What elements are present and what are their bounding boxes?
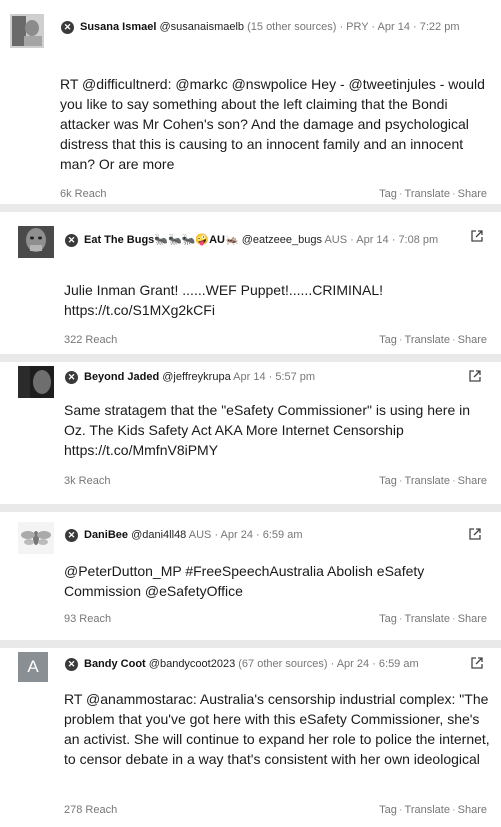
x-logo-icon: ✕: [65, 371, 78, 384]
action-separator: ·: [451, 475, 456, 487]
post-meta: Apr 14 · 5:57 pm: [233, 371, 316, 383]
translate-button[interactable]: Translate: [405, 188, 450, 200]
avatar[interactable]: [18, 366, 54, 398]
share-button[interactable]: Share: [458, 334, 487, 346]
reach-count: 322 Reach: [64, 334, 118, 346]
share-button[interactable]: Share: [458, 613, 487, 625]
author-name[interactable]: Bandy Coot: [84, 658, 146, 670]
post-actions: Tag · Translate · Share: [379, 613, 487, 625]
post-card[interactable]: A ✕ Bandy Coot @bandycoot2023 (67 other …: [0, 648, 501, 827]
external-link-icon[interactable]: [468, 369, 482, 383]
author-handle[interactable]: @bandycoot2023: [149, 658, 235, 670]
post-meta: · PRY · Apr 14 · 7:22 pm: [339, 21, 460, 33]
avatar-letter[interactable]: A: [18, 652, 48, 682]
author-handle[interactable]: @susanaismaelb: [160, 21, 245, 33]
post-card[interactable]: ✕ Susana Ismael @susanaismaelb (15 other…: [0, 0, 501, 204]
card-separator: [0, 354, 501, 362]
tag-button[interactable]: Tag: [379, 613, 397, 625]
author-handle[interactable]: @jeffreykrupa: [162, 371, 230, 383]
tag-button[interactable]: Tag: [379, 188, 397, 200]
post-body: Same stratagem that the "eSafety Commiss…: [64, 402, 471, 458]
post-actions: Tag · Translate · Share: [379, 188, 487, 200]
reach-count: 93 Reach: [64, 613, 112, 625]
action-separator: ·: [398, 475, 403, 487]
author-handle[interactable]: @eatzeee_bugs: [242, 234, 322, 246]
post-card[interactable]: ✕ Eat The Bugs🐜🐜🐜🤪AU🦗 @eatzeee_bugs AUS …: [0, 212, 501, 354]
x-logo-icon: ✕: [65, 658, 78, 671]
translate-button[interactable]: Translate: [405, 804, 450, 816]
post-header: DaniBee @dani4ll48 AUS · Apr 24 · 6:59 a…: [84, 527, 454, 544]
share-button[interactable]: Share: [458, 475, 487, 487]
action-separator: ·: [398, 804, 403, 816]
x-logo-icon: ✕: [65, 234, 78, 247]
post-meta: AUS · Apr 14 · 7:08 pm: [324, 234, 439, 246]
post-actions: Tag · Translate · Share: [379, 475, 487, 487]
card-separator: [0, 640, 501, 648]
translate-button[interactable]: Translate: [405, 613, 450, 625]
tag-button[interactable]: Tag: [379, 475, 397, 487]
translate-button[interactable]: Translate: [405, 475, 450, 487]
avatar[interactable]: [18, 522, 54, 554]
card-separator: [0, 204, 501, 212]
mentions-feed: ✕ Susana Ismael @susanaismaelb (15 other…: [0, 0, 501, 827]
avatar[interactable]: [10, 14, 44, 48]
avatar[interactable]: [18, 226, 54, 258]
action-separator: ·: [451, 188, 456, 200]
post-body: RT @difficultnerd: @markc @nswpolice Hey…: [60, 76, 485, 172]
author-name[interactable]: DaniBee: [84, 529, 128, 541]
action-separator: ·: [451, 613, 456, 625]
post-body: @PeterDutton_MP #FreeSpeechAustralia Abo…: [64, 563, 425, 599]
action-separator: ·: [398, 334, 403, 346]
share-button[interactable]: Share: [458, 804, 487, 816]
post-header: Bandy Coot @bandycoot2023 (67 other sour…: [84, 656, 464, 673]
post-header: Susana Ismael @susanaismaelb (15 other s…: [80, 19, 480, 36]
action-separator: ·: [451, 334, 456, 346]
reach-count: 278 Reach: [64, 804, 118, 816]
action-separator: ·: [398, 613, 403, 625]
post-header: Eat The Bugs🐜🐜🐜🤪AU🦗 @eatzeee_bugs AUS · …: [84, 232, 454, 249]
external-link-icon[interactable]: [468, 527, 482, 541]
external-link-icon[interactable]: [470, 656, 484, 670]
x-logo-icon: ✕: [61, 21, 74, 34]
card-separator: [0, 504, 501, 512]
tag-button[interactable]: Tag: [379, 334, 397, 346]
author-name[interactable]: Beyond Jaded: [84, 371, 159, 383]
external-link-icon[interactable]: [470, 229, 484, 243]
share-button[interactable]: Share: [458, 188, 487, 200]
tag-button[interactable]: Tag: [379, 804, 397, 816]
action-separator: ·: [398, 188, 403, 200]
translate-button[interactable]: Translate: [405, 334, 450, 346]
reach-count: 3k Reach: [64, 475, 111, 487]
action-separator: ·: [451, 804, 456, 816]
post-actions: Tag · Translate · Share: [379, 334, 487, 346]
author-name[interactable]: Susana Ismael: [80, 21, 156, 33]
post-actions: Tag · Translate · Share: [379, 804, 487, 816]
reach-count: 6k Reach: [60, 188, 107, 200]
x-logo-icon: ✕: [65, 529, 78, 542]
post-header: Beyond Jaded @jeffreykrupa Apr 14 · 5:57…: [84, 369, 454, 386]
post-card[interactable]: ✕ Beyond Jaded @jeffreykrupa Apr 14 · 5:…: [0, 362, 501, 504]
post-body: Julie Inman Grant! ......WEF Puppet!....…: [64, 282, 383, 318]
post-card[interactable]: ✕ DaniBee @dani4ll48 AUS · Apr 24 · 6:59…: [0, 512, 501, 640]
other-sources[interactable]: (67 other sources): [238, 658, 327, 670]
post-meta: AUS · Apr 24 · 6:59 am: [188, 529, 303, 541]
other-sources[interactable]: (15 other sources): [247, 21, 336, 33]
author-handle[interactable]: @dani4ll48: [131, 529, 186, 541]
post-body: RT @anammostarac: Australia's censorship…: [64, 691, 490, 767]
post-meta: · Apr 24 · 6:59 am: [330, 658, 419, 670]
author-name[interactable]: Eat The Bugs🐜🐜🐜🤪AU🦗: [84, 234, 239, 246]
